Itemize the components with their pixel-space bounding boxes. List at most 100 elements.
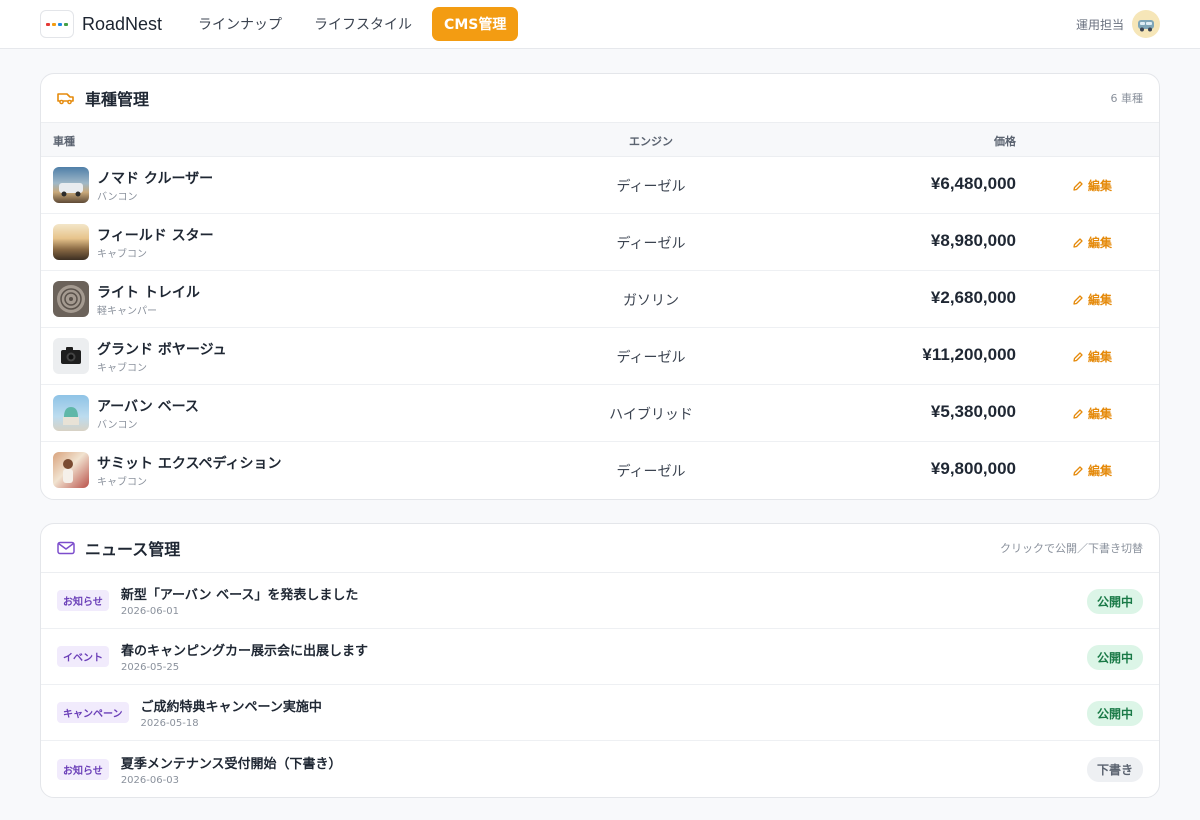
edit-label: 編集 xyxy=(1088,236,1113,250)
status-toggle-badge[interactable]: 公開中 xyxy=(1086,589,1143,614)
vehicle-row[interactable]: サミット エクスペディション キャブコン ディーゼル ¥9,800,000 編集 xyxy=(41,442,1159,499)
avatar[interactable] xyxy=(1132,10,1160,38)
status-toggle-badge[interactable]: 下書き xyxy=(1086,757,1143,782)
vehicle-management-card: 車種管理 6 車種 車種 エンジン 価格 ノマド クルーザー バンコン ディーゼ… xyxy=(40,73,1160,500)
vehicle-thumbnail xyxy=(53,167,89,203)
main-nav: ラインナップ ライフスタイル CMS管理 xyxy=(186,7,519,41)
vehicle-price: ¥8,980,000 xyxy=(930,231,1016,250)
news-title: ご成約特典キャンペーン実施中 xyxy=(140,700,322,715)
vehicle-engine: ディーゼル xyxy=(616,350,686,366)
news-item[interactable]: イベント 春のキャンピングカー展示会に出展します 2026-05-25 公開中 xyxy=(41,629,1159,685)
news-category-tag: お知らせ xyxy=(57,758,109,780)
column-header-engine[interactable]: エンジン xyxy=(551,133,751,149)
vehicle-thumbnail xyxy=(53,281,89,317)
edit-button[interactable]: 編集 xyxy=(1072,462,1112,479)
edit-label: 編集 xyxy=(1088,179,1113,193)
brand-name[interactable]: RoadNest xyxy=(82,14,162,35)
vehicle-engine: ハイブリッド xyxy=(609,407,693,423)
vehicle-type: キャブコン xyxy=(97,363,147,374)
mail-icon xyxy=(57,541,75,555)
vehicle-name: グランド ボヤージュ xyxy=(97,342,227,358)
pencil-icon xyxy=(1073,237,1083,248)
vehicle-thumbnail xyxy=(53,338,89,374)
edit-button[interactable]: 編集 xyxy=(1072,234,1112,251)
vehicle-thumbnail xyxy=(53,395,89,431)
edit-button[interactable]: 編集 xyxy=(1072,405,1112,422)
vehicle-row[interactable]: グランド ボヤージュ キャブコン ディーゼル ¥11,200,000 編集 xyxy=(41,328,1159,385)
news-toggle-hint: クリックで公開／下書き切替 xyxy=(1000,542,1143,555)
news-date: 2026-06-01 xyxy=(120,606,179,617)
vehicle-thumbnail xyxy=(53,224,89,260)
edit-label: 編集 xyxy=(1088,464,1113,478)
user-menu[interactable]: 運用担当 xyxy=(1076,0,1160,48)
vehicle-type: バンコン xyxy=(97,192,138,203)
vehicle-name: サミット エクスペディション xyxy=(97,456,282,472)
vehicle-name: ライト トレイル xyxy=(97,285,200,301)
column-header-price[interactable]: 価格 xyxy=(994,133,1016,149)
vehicle-row[interactable]: ノマド クルーザー バンコン ディーゼル ¥6,480,000 編集 xyxy=(41,157,1159,214)
vehicle-price: ¥2,680,000 xyxy=(930,288,1016,307)
edit-button[interactable]: 編集 xyxy=(1072,291,1112,308)
vehicle-type: キャブコン xyxy=(97,477,147,488)
van-icon xyxy=(57,93,74,105)
pencil-icon xyxy=(1073,465,1083,476)
news-item[interactable]: お知らせ 夏季メンテナンス受付開始（下書き） 2026-06-03 下書き xyxy=(41,741,1159,797)
vehicle-type: キャブコン xyxy=(97,249,147,260)
news-category-tag: お知らせ xyxy=(57,590,109,611)
vehicle-price: ¥5,380,000 xyxy=(930,402,1016,421)
logo[interactable] xyxy=(40,10,74,38)
vehicle-card-header: 車種管理 6 車種 xyxy=(41,74,1159,123)
vehicle-row[interactable]: アーバン ベース バンコン ハイブリッド ¥5,380,000 編集 xyxy=(41,385,1159,442)
pencil-icon xyxy=(1073,180,1083,191)
news-category-tag: イベント xyxy=(57,646,109,667)
vehicle-type: バンコン xyxy=(97,420,138,431)
edit-label: 編集 xyxy=(1088,350,1113,364)
nav-item-cms[interactable]: CMS管理 xyxy=(432,7,519,41)
vehicle-row[interactable]: ライト トレイル 軽キャンパー ガソリン ¥2,680,000 編集 xyxy=(41,271,1159,328)
vehicle-engine: ディーゼル xyxy=(616,464,686,480)
logo-mark-icon xyxy=(46,22,68,26)
vehicle-engine: ガソリン xyxy=(623,293,679,309)
vehicle-engine: ディーゼル xyxy=(616,179,686,195)
news-date: 2026-05-25 xyxy=(121,662,180,673)
vehicle-card-title: 車種管理 xyxy=(85,90,150,109)
pencil-icon xyxy=(1073,408,1083,419)
news-title: 夏季メンテナンス受付開始（下書き） xyxy=(120,756,342,772)
van-avatar-icon xyxy=(1138,20,1154,32)
status-toggle-badge[interactable]: 公開中 xyxy=(1086,645,1143,670)
vehicle-name: アーバン ベース xyxy=(97,399,199,415)
top-bar: RoadNest ラインナップ ライフスタイル CMS管理 運用担当 xyxy=(0,0,1200,49)
news-card-header: ニュース管理 クリックで公開／下書き切替 xyxy=(41,524,1159,573)
news-item[interactable]: お知らせ 新型「アーバン ベース」を発表しました 2026-06-01 公開中 xyxy=(41,573,1159,629)
user-label: 運用担当 xyxy=(1075,17,1124,32)
vehicle-name: フィールド スター xyxy=(97,228,214,244)
vehicle-type: 軽キャンパー xyxy=(97,306,157,317)
edit-label: 編集 xyxy=(1088,407,1113,421)
vehicle-price: ¥11,200,000 xyxy=(922,345,1016,364)
vehicle-count: 6 車種 xyxy=(1110,92,1144,105)
pencil-icon xyxy=(1073,351,1083,362)
column-header-name[interactable]: 車種 xyxy=(53,133,75,149)
vehicle-price: ¥9,800,000 xyxy=(930,459,1016,478)
news-card-title: ニュース管理 xyxy=(85,540,181,559)
vehicle-table-header: 車種 エンジン 価格 xyxy=(41,123,1159,157)
vehicle-price: ¥6,480,000 xyxy=(930,174,1016,193)
news-date: 2026-06-03 xyxy=(120,774,179,786)
edit-button[interactable]: 編集 xyxy=(1072,177,1112,194)
news-title: 春のキャンピングカー展示会に出展します xyxy=(121,644,369,659)
vehicle-name: ノマド クルーザー xyxy=(97,171,214,187)
news-date: 2026-05-18 xyxy=(140,718,199,729)
pencil-icon xyxy=(1073,294,1083,305)
nav-item-lineup[interactable]: ラインナップ xyxy=(186,7,294,41)
news-category-tag: キャンペーン xyxy=(57,702,129,723)
vehicle-engine: ディーゼル xyxy=(616,236,686,252)
news-title: 新型「アーバン ベース」を発表しました xyxy=(120,588,359,603)
status-toggle-badge[interactable]: 公開中 xyxy=(1086,701,1143,726)
news-item[interactable]: キャンペーン ご成約特典キャンペーン実施中 2026-05-18 公開中 xyxy=(41,685,1159,741)
edit-label: 編集 xyxy=(1088,293,1113,307)
news-management-card: ニュース管理 クリックで公開／下書き切替 お知らせ 新型「アーバン ベース」を発… xyxy=(40,523,1160,798)
vehicle-row[interactable]: フィールド スター キャブコン ディーゼル ¥8,980,000 編集 xyxy=(41,214,1159,271)
nav-item-lifestyle[interactable]: ライフスタイル xyxy=(302,7,424,41)
edit-button[interactable]: 編集 xyxy=(1072,348,1112,365)
vehicle-thumbnail xyxy=(53,452,89,488)
